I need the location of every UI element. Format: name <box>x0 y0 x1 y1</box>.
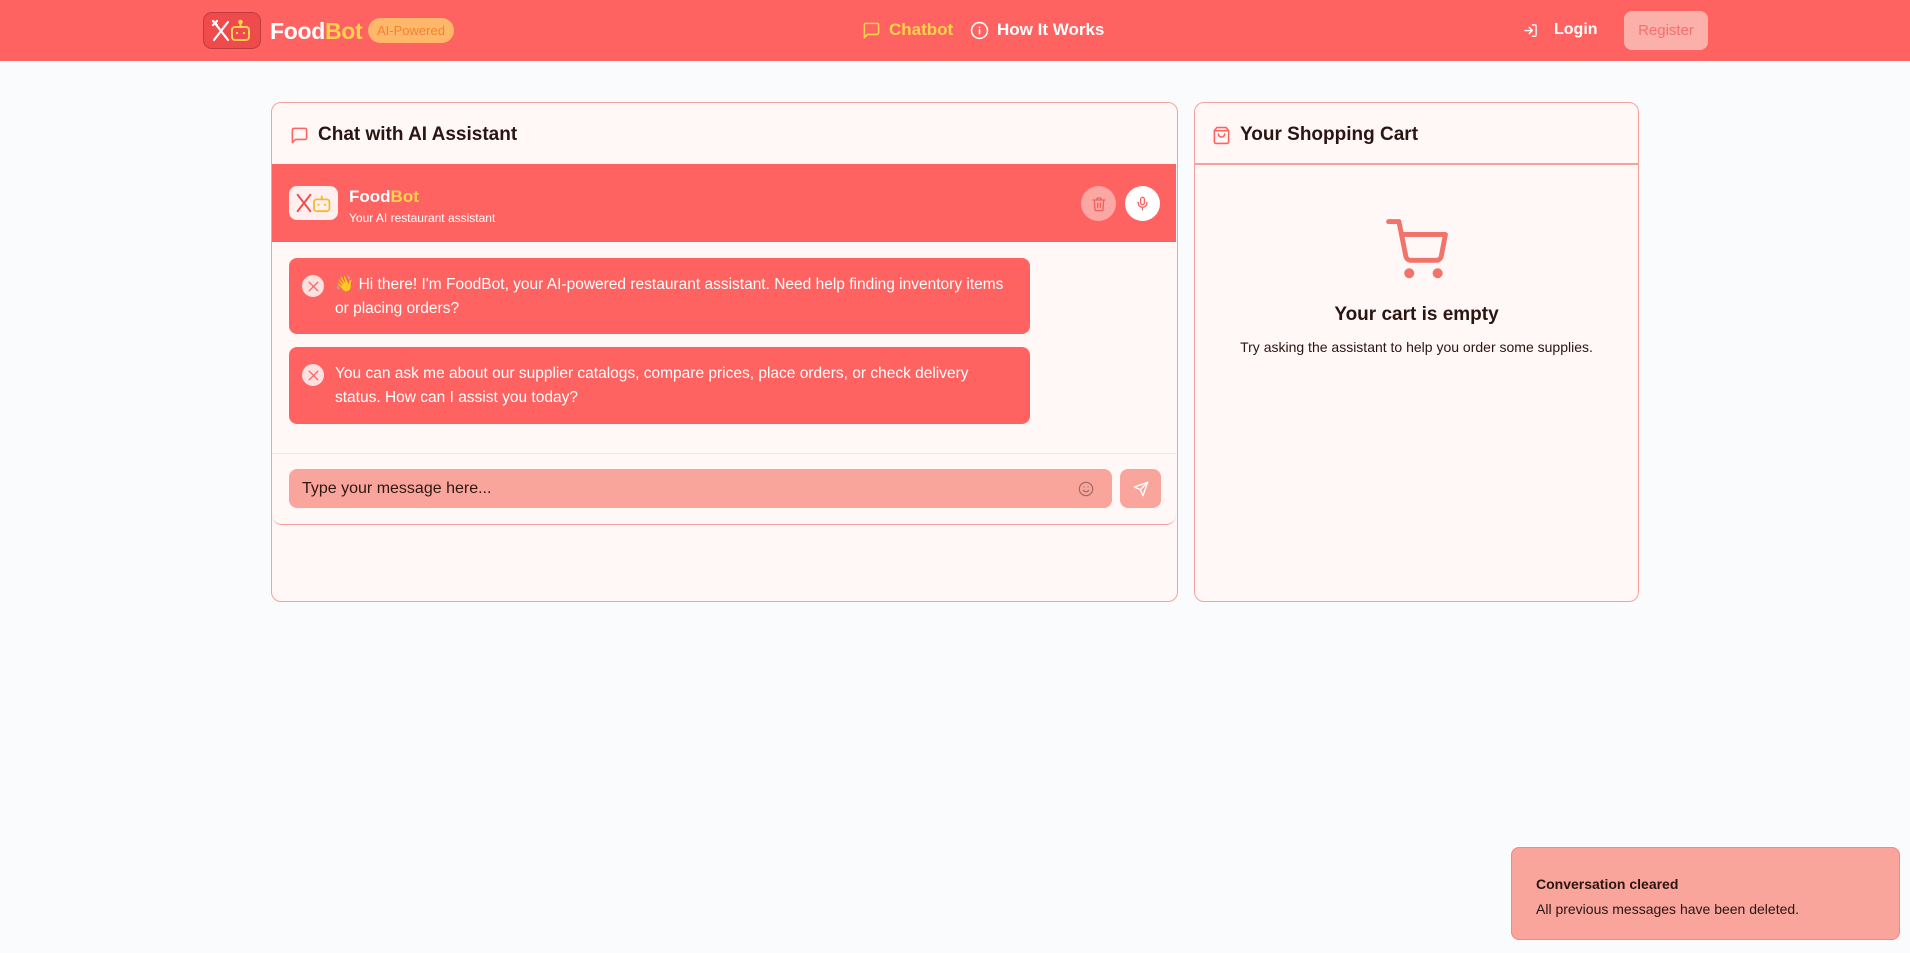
cart-empty-title: Your cart is empty <box>1334 304 1499 325</box>
chat-panel-title: Chat with AI Assistant <box>290 123 517 147</box>
smile-icon <box>1078 481 1094 497</box>
send-button[interactable] <box>1120 469 1161 508</box>
chat-header: FoodBot Your AI restaurant assistant <box>272 164 1176 242</box>
toast-title: Conversation cleared <box>1536 876 1679 892</box>
cart-panel-title-text: Your Shopping Cart <box>1240 124 1419 145</box>
brand-name[interactable]: FoodBot <box>270 17 363 45</box>
cart-divider <box>1195 163 1638 165</box>
chat-panel: Chat with AI Assistant FoodBot Your AI r… <box>271 102 1178 602</box>
logo[interactable] <box>203 12 261 49</box>
chat-message-text: 👋 Hi there! I'm FoodBot, your AI-powered… <box>335 276 1004 317</box>
microphone-icon <box>1137 196 1148 211</box>
empty-cart-illustration <box>1386 219 1448 286</box>
info-circle-icon <box>970 21 989 39</box>
utensils-robot-icon <box>211 19 250 41</box>
brand-name-part2: Bot <box>325 18 363 44</box>
shopping-cart-icon <box>1386 219 1448 279</box>
emoji-picker-button[interactable] <box>1076 479 1096 499</box>
message-square-icon <box>863 22 880 38</box>
bot-name-part2: Bot <box>390 187 419 206</box>
bot-avatar <box>289 186 338 220</box>
nav-link-how-it-works[interactable]: How It Works <box>970 19 1104 41</box>
utensils-icon <box>308 370 318 380</box>
nav-link-login-label: Login <box>1554 21 1598 38</box>
chat-message: You can ask me about our supplier catalo… <box>289 347 1030 424</box>
utensils-icon <box>308 281 318 291</box>
send-icon <box>1133 481 1148 496</box>
clear-conversation-button[interactable] <box>1081 186 1116 221</box>
cart-panel: Your Shopping Cart Your cart is empty Tr… <box>1194 102 1639 602</box>
bot-subtitle: Your AI restaurant assistant <box>349 211 496 225</box>
message-input[interactable] <box>289 469 1112 508</box>
log-in-icon <box>1524 23 1537 37</box>
input-divider <box>272 453 1176 454</box>
toast-notification[interactable]: Conversation cleared All previous messag… <box>1511 847 1900 940</box>
cart-empty-subtitle: Try asking the assistant to help you ord… <box>1240 339 1593 355</box>
chat-message-text: You can ask me about our supplier catalo… <box>335 365 969 406</box>
register-button[interactable]: Register <box>1624 11 1708 50</box>
top-navbar: FoodBot AI-Powered Chatbot How It Works … <box>0 0 1910 61</box>
brand-name-part1: Food <box>270 18 325 44</box>
bot-message-icon <box>302 364 324 386</box>
trash-icon <box>1091 196 1106 211</box>
utensils-robot-icon <box>296 193 330 213</box>
chat-message: 👋 Hi there! I'm FoodBot, your AI-powered… <box>289 258 1030 334</box>
toast-message: All previous messages have been deleted. <box>1536 901 1800 917</box>
chat-widget: FoodBot Your AI restaurant assistant 👋 H… <box>272 164 1176 525</box>
cart-panel-title: Your Shopping Cart <box>1212 123 1418 147</box>
shopping-bag-icon <box>1213 126 1230 144</box>
bot-name: FoodBot <box>349 187 419 207</box>
bot-name-part1: Food <box>349 187 391 206</box>
chat-panel-title-text: Chat with AI Assistant <box>318 124 518 145</box>
nav-link-login[interactable]: Login <box>1523 19 1598 41</box>
voice-input-button[interactable] <box>1125 186 1160 221</box>
nav-link-chatbot[interactable]: Chatbot <box>862 19 953 41</box>
message-square-icon <box>291 127 308 143</box>
bot-message-icon <box>302 275 324 297</box>
nav-link-how-it-works-label: How It Works <box>997 20 1105 39</box>
nav-link-chatbot-label: Chatbot <box>889 20 954 39</box>
ai-powered-badge: AI-Powered <box>368 18 454 43</box>
